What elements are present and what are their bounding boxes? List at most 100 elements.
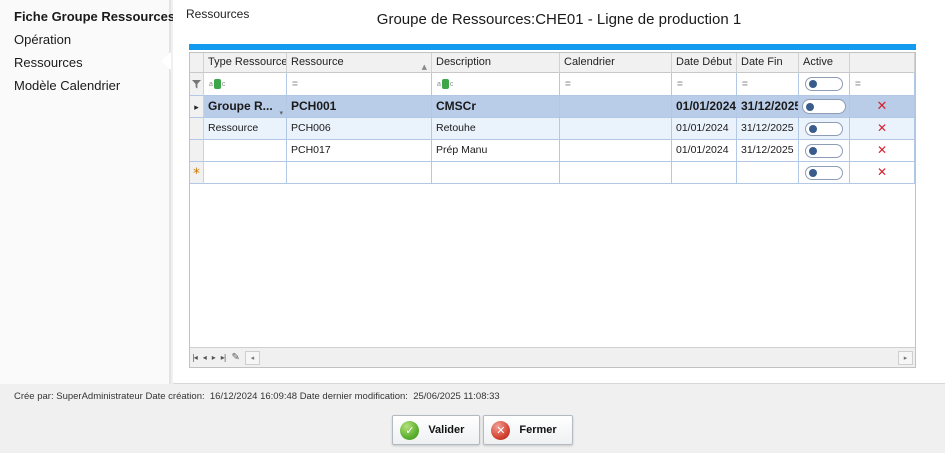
record-meta-info: Crée par: SuperAdministrateur Date créat… [14, 391, 500, 402]
main-panel: Ressources Groupe de Ressources:CHE01 - … [173, 0, 945, 384]
table-row[interactable]: Ressource PCH006 Retouhe 01/01/2024 31/1… [190, 118, 915, 140]
resources-grid: Type Ressource Ressource▲ Description Ca… [189, 52, 916, 368]
delete-row-icon[interactable]: ✕ [877, 140, 887, 161]
cell-date-debut[interactable]: 01/01/2024 [672, 140, 737, 162]
cell-ressource[interactable] [287, 162, 432, 184]
sidebar-item-modele-calendrier[interactable]: Modèle Calendrier [0, 74, 169, 97]
cell-date-fin[interactable]: 31/12/2025 [737, 140, 799, 162]
valider-button[interactable]: ✓ Valider [392, 415, 480, 445]
cell-description[interactable] [432, 162, 560, 184]
footer-buttons: ✓ Valider ✕ Fermer [10, 415, 945, 445]
sidebar: Fiche Groupe Ressources Opération Ressou… [0, 0, 171, 384]
cell-date-fin[interactable] [737, 162, 799, 184]
cell-description[interactable]: CMSCr [432, 96, 560, 118]
grid-navigator: |◂ ◂ ▸ ▸| ✎ ◂ ▸ [190, 347, 915, 367]
filter-cell-calendrier[interactable]: = [560, 73, 672, 96]
column-header-ressource[interactable]: Ressource▲ [287, 53, 432, 73]
delete-row-icon[interactable]: ✕ [877, 118, 887, 139]
new-row-icon: * [193, 166, 200, 182]
nav-first-icon[interactable]: |◂ [192, 353, 197, 362]
hscroll-left-button[interactable]: ◂ [245, 351, 260, 365]
filter-cell-date-fin[interactable]: = [737, 73, 799, 96]
cell-type-ressource[interactable]: Groupe R...▾ [204, 96, 287, 118]
equals-filter-icon: = [292, 79, 298, 90]
active-toggle[interactable] [802, 99, 846, 114]
cell-ressource[interactable]: PCH006 [287, 118, 432, 140]
cell-description[interactable]: Prép Manu [432, 140, 560, 162]
cell-calendrier[interactable] [560, 162, 672, 184]
grid-filter-row: ac = ac = = = = [190, 73, 915, 96]
focused-row-arrow-icon: ▸ [194, 103, 199, 113]
contains-filter-icon: ac [437, 79, 453, 89]
column-header-actions[interactable] [850, 53, 915, 73]
page-title: Groupe de Ressources:CHE01 - Ligne de pr… [173, 11, 945, 28]
cell-active [799, 162, 850, 184]
header-indicator-cell [190, 53, 204, 73]
cell-date-debut[interactable] [672, 162, 737, 184]
new-row-indicator: * [190, 162, 204, 184]
filter-cell-actions[interactable]: = [850, 73, 915, 96]
check-circle-icon: ✓ [400, 421, 419, 440]
equals-filter-icon: = [742, 79, 748, 90]
sidebar-item-fiche-groupe-ressources[interactable]: Fiche Groupe Ressources [0, 5, 169, 28]
sidebar-item-operation[interactable]: Opération [0, 28, 169, 51]
filter-cell-description[interactable]: ac [432, 73, 560, 96]
cell-active [799, 140, 850, 162]
cell-ressource[interactable]: PCH017 [287, 140, 432, 162]
row-focus-indicator: ▸ [190, 96, 204, 118]
delete-row-icon[interactable]: ✕ [877, 162, 887, 183]
cell-active [799, 96, 850, 118]
nav-next-icon[interactable]: ▸ [212, 353, 215, 362]
cell-active [799, 118, 850, 140]
column-header-date-debut[interactable]: Date Début [672, 53, 737, 73]
accent-bar [189, 44, 916, 50]
column-header-date-fin[interactable]: Date Fin [737, 53, 799, 73]
filter-funnel-icon [190, 73, 204, 96]
cell-date-debut[interactable]: 01/01/2024 [672, 118, 737, 140]
cell-date-fin[interactable]: 31/12/2025 [737, 96, 799, 118]
nav-prev-icon[interactable]: ◂ [203, 353, 206, 362]
sidebar-item-ressources[interactable]: Ressources [0, 51, 169, 74]
equals-filter-icon: = [565, 79, 571, 90]
cell-delete: ✕ [850, 162, 915, 184]
cell-type-ressource[interactable] [204, 162, 287, 184]
cell-calendrier[interactable] [560, 140, 672, 162]
cell-calendrier[interactable] [560, 118, 672, 140]
delete-row-icon[interactable]: ✕ [877, 96, 888, 117]
contains-filter-icon: ac [209, 79, 225, 89]
active-filter-toggle[interactable] [805, 77, 843, 91]
cell-date-debut[interactable]: 01/01/2024 [672, 96, 737, 118]
grid-header-row: Type Ressource Ressource▲ Description Ca… [190, 53, 915, 73]
table-row[interactable]: PCH017 Prép Manu 01/01/2024 31/12/2025 ✕ [190, 140, 915, 162]
column-header-type-ressource[interactable]: Type Ressource [204, 53, 287, 73]
active-toggle[interactable] [805, 122, 843, 136]
cell-type-ressource[interactable] [204, 140, 287, 162]
column-header-description[interactable]: Description [432, 53, 560, 73]
nav-last-icon[interactable]: ▸| [221, 353, 226, 362]
fermer-button[interactable]: ✕ Fermer [483, 415, 572, 445]
cell-calendrier[interactable] [560, 96, 672, 118]
equals-filter-icon: = [677, 79, 683, 90]
column-header-calendrier[interactable]: Calendrier [560, 53, 672, 73]
hscroll-right-button[interactable]: ▸ [898, 351, 913, 365]
table-row[interactable]: ▸ Groupe R...▾ PCH001 CMSCr 01/01/2024 3… [190, 96, 915, 118]
row-indicator [190, 140, 204, 162]
selected-item-notch [161, 52, 171, 70]
active-toggle[interactable] [805, 166, 843, 180]
filter-cell-type-ressource[interactable]: ac [204, 73, 287, 96]
cell-type-ressource[interactable]: Ressource [204, 118, 287, 140]
edit-pencil-icon[interactable]: ✎ [231, 352, 238, 363]
filter-cell-ressource[interactable]: = [287, 73, 432, 96]
row-indicator [190, 118, 204, 140]
cell-description[interactable]: Retouhe [432, 118, 560, 140]
cell-ressource[interactable]: PCH001 [287, 96, 432, 118]
active-toggle[interactable] [805, 144, 843, 158]
column-header-active[interactable]: Active [799, 53, 850, 73]
cell-delete: ✕ [850, 96, 915, 118]
table-row-new[interactable]: * ✕ [190, 162, 915, 184]
cell-date-fin[interactable]: 31/12/2025 [737, 118, 799, 140]
filter-cell-date-debut[interactable]: = [672, 73, 737, 96]
chevron-down-icon[interactable]: ▾ [279, 103, 283, 118]
close-circle-icon: ✕ [491, 421, 510, 440]
filter-cell-active[interactable] [799, 73, 850, 96]
